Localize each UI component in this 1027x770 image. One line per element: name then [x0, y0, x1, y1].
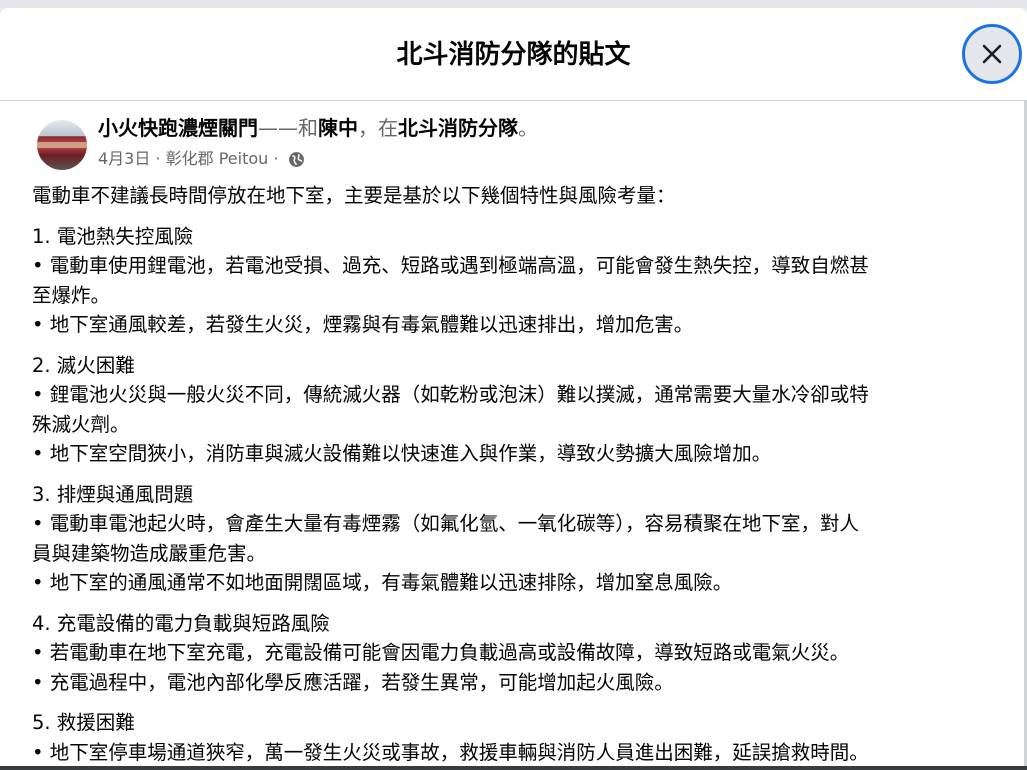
tagged-person-link[interactable]: 陳中	[318, 116, 358, 140]
post-author-line: 小火快跑濃煙關門——和陳中，在北斗消防分隊。	[98, 115, 538, 141]
section-1: 1. 電池熱失控風險 • 電動車使用鋰電池，若電池受損、過充、短路或遇到極端高溫…	[32, 222, 1007, 340]
section-line: • 地下室的通風通常不如地面開闊區域，有毒氣體難以迅速排除，增加窒息風險。	[32, 571, 733, 594]
section-line: • 電動車電池起火時，會產生大量有毒煙霧（如氟化氫、一氧化碳等），容易積聚在地下…	[32, 512, 859, 535]
post-meta: 4月3日 · 彰化郡 Peitou ·	[98, 148, 305, 170]
post: 小火快跑濃煙關門——和陳中，在北斗消防分隊。 4月3日 · 彰化郡 Peitou…	[0, 101, 1024, 770]
period: 。	[518, 116, 538, 140]
post-body: 電動車不建議長時間停放在地下室，主要是基於以下幾個特性與風險考量： 1. 電池熱…	[32, 181, 1007, 770]
post-dialog: 北斗消防分隊的貼文 小火快跑濃煙關門——和陳中，在北斗消防分隊。 4月3日 · …	[0, 8, 1027, 770]
avatar[interactable]	[37, 120, 87, 170]
section-heading: 5. 救援困難	[32, 711, 135, 734]
dash: ——	[258, 116, 298, 140]
section-3: 3. 排煙與通風問題 • 電動車電池起火時，會產生大量有毒煙霧（如氟化氫、一氧化…	[32, 480, 1007, 598]
location-link[interactable]: 北斗消防分隊	[398, 116, 518, 140]
post-date-link[interactable]: 4月3日	[98, 148, 150, 170]
section-line: • 地下室通風較差，若發生火災，煙霧與有毒氣體難以迅速排出，增加危害。	[32, 313, 694, 336]
close-button[interactable]	[962, 24, 1022, 84]
section-heading: 2. 滅火困難	[32, 353, 135, 377]
page-name-link[interactable]: 小火快跑濃煙關門	[98, 116, 258, 140]
with-word: 和	[298, 116, 318, 140]
section-line: • 充電過程中，電池內部化學反應活躍，若發生異常，可能增加起火風險。	[32, 670, 674, 694]
section-5: 5. 救援困難 • 地下室停車場通道狹窄，萬一發生火災或事故，救援車輛與消防人員…	[32, 708, 1007, 767]
dialog-header: 北斗消防分隊的貼文	[0, 8, 1027, 101]
section-4: 4. 充電設備的電力負載與短路風險 • 若電動車在地下室充電，充電設備可能會因電…	[32, 609, 1007, 698]
section-heading: 1. 電池熱失控風險	[32, 224, 194, 248]
comma-at: ，在	[358, 116, 398, 140]
section-heading: 4. 充電設備的電力負載與短路風險	[32, 611, 330, 635]
post-intro: 電動車不建議長時間停放在地下室，主要是基於以下幾個特性與風險考量：	[32, 184, 676, 207]
section-line: • 地下室停車場通道狹窄，萬一發生火災或事故，救援車輛與消防人員進出困難，延誤搶…	[32, 740, 869, 764]
close-icon	[982, 44, 1002, 64]
section-heading: 3. 排煙與通風問題	[32, 482, 194, 506]
section-line: • 若電動車在地下室充電，充電設備可能會因電力負載過高或設備故障，導致短路或電氣…	[32, 641, 850, 664]
taskbar-edge	[0, 766, 1027, 770]
section-line: • 地下室空間狹小，消防車與滅火設備難以快速進入與作業，導致火勢擴大風險增加。	[32, 442, 772, 465]
section-line: • 鋰電池火災與一般火災不同，傳統滅火器（如乾粉或泡沫）難以撲滅，通常需要大量水…	[32, 383, 869, 406]
dialog-title: 北斗消防分隊的貼文	[396, 40, 631, 70]
window-top-strip	[0, 0, 1027, 8]
section-line: 員與建築物造成嚴重危害。	[32, 541, 267, 565]
section-2: 2. 滅火困難 • 鋰電池火災與一般火災不同，傳統滅火器（如乾粉或泡沫）難以撲滅…	[32, 351, 1007, 469]
post-place: · 彰化郡 Peitou ·	[150, 149, 284, 168]
globe-icon[interactable]	[288, 151, 305, 168]
section-line: 至爆炸。	[32, 283, 111, 307]
section-line: • 電動車使用鋰電池，若電池受損、過充、短路或遇到極端高溫，可能會發生熱失控，導…	[32, 254, 869, 277]
section-line: 殊滅火劑。	[32, 412, 130, 436]
